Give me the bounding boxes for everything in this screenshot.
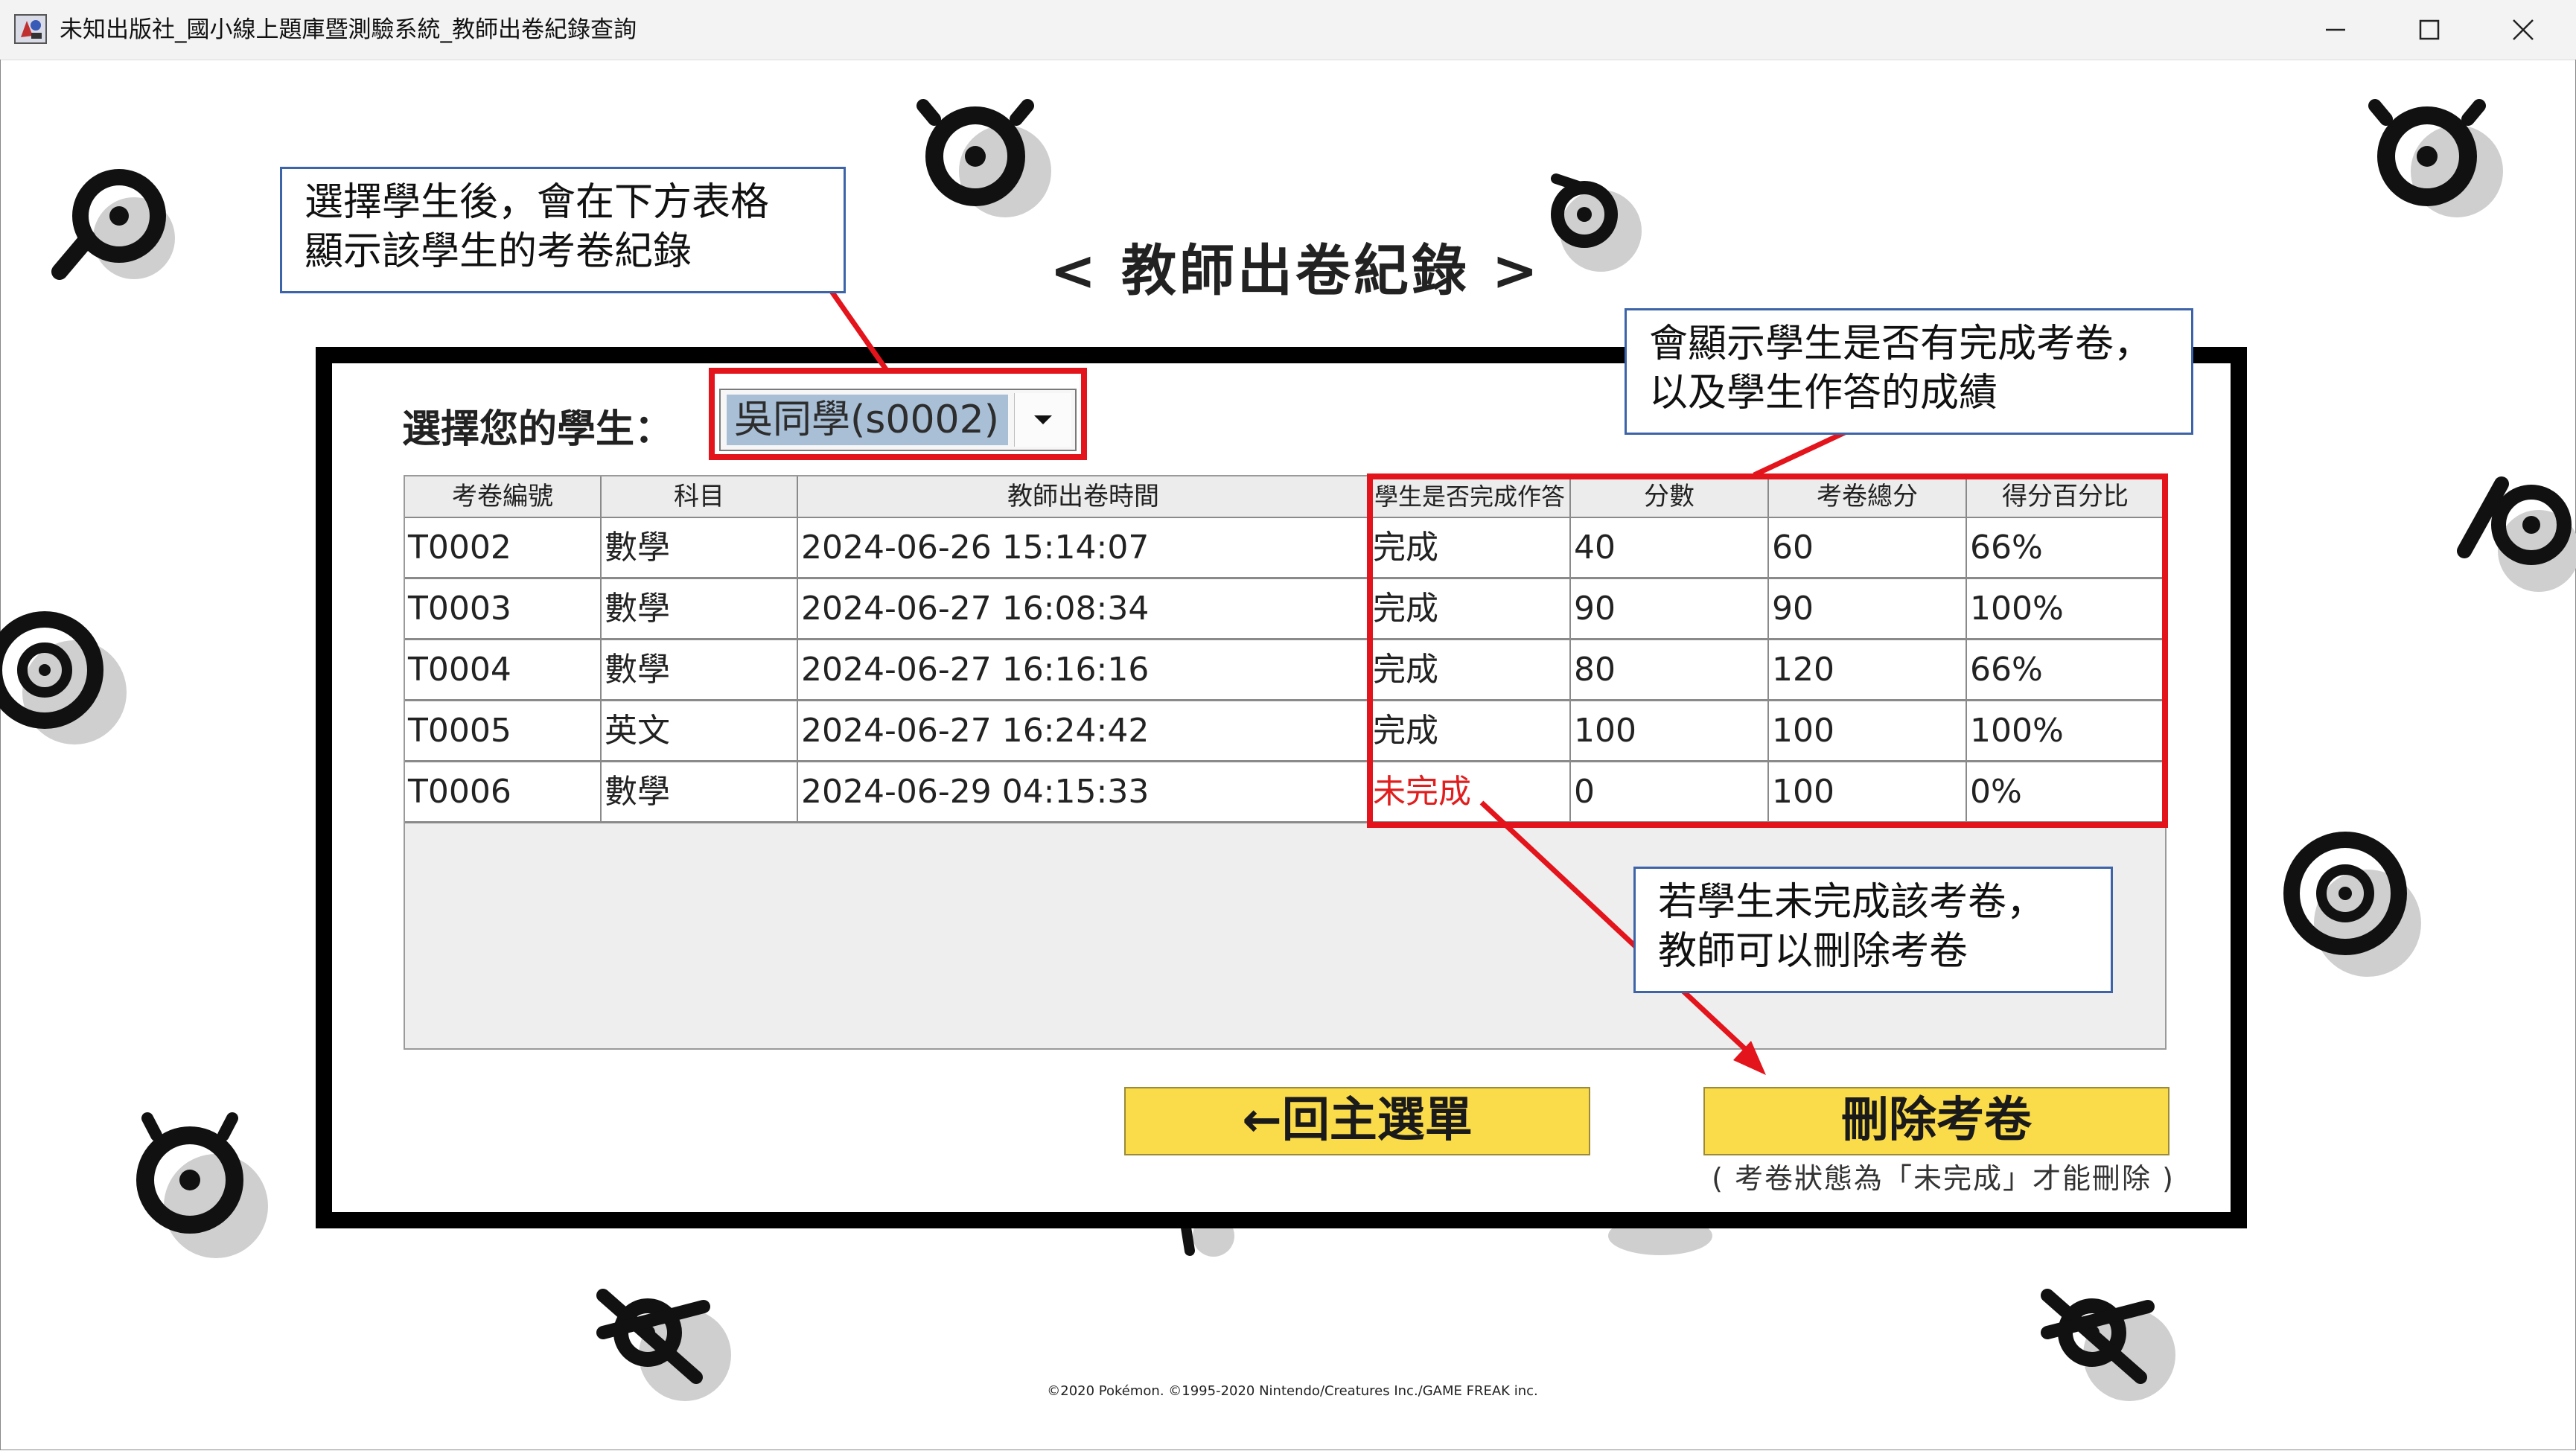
callout-show-status: 會顯示學生是否有完成考卷， 以及學生作答的成績 xyxy=(1625,308,2193,435)
callout-line: 顯示該學生的考卷紀錄 xyxy=(305,229,692,274)
callout-line: 若學生未完成該考卷， xyxy=(1658,880,2046,925)
callout-line: 選擇學生後，會在下方表格 xyxy=(305,180,770,225)
arrow-line-status xyxy=(1753,429,1848,478)
copyright-footer: ©2020 Pokémon. ©1995-2020 Nintendo/Creat… xyxy=(1047,1383,1538,1399)
callout-delete-incomplete: 若學生未完成該考卷， 教師可以刪除考卷 xyxy=(1633,867,2113,993)
callout-select-student: 選擇學生後，會在下方表格 顯示該學生的考卷紀錄 xyxy=(280,167,846,293)
callout-line: 以及學生作答的成績 xyxy=(1649,371,1998,415)
arrow-line-select xyxy=(829,288,888,371)
callout-line: 會顯示學生是否有完成考卷， xyxy=(1649,322,2153,366)
callout-line: 教師可以刪除考卷 xyxy=(1658,929,1968,974)
